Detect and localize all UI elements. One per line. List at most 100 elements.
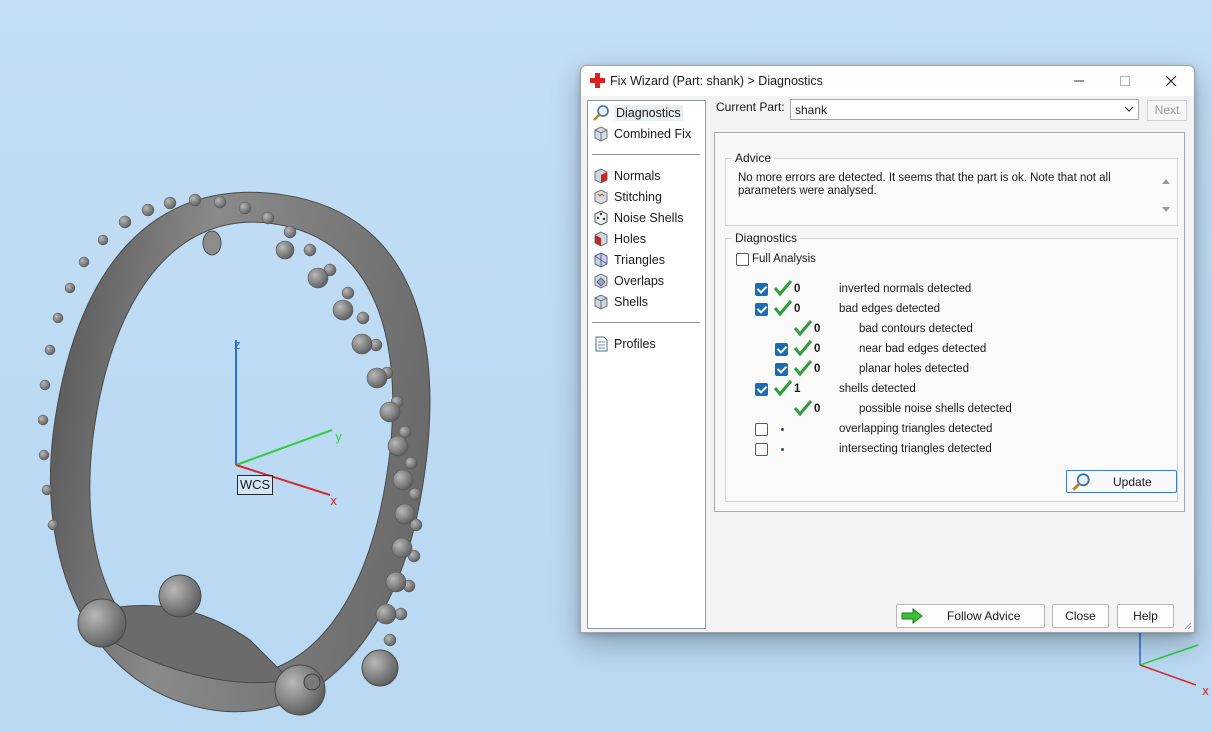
- row-label: intersecting triangles detected: [839, 443, 992, 455]
- scroll-down-icon[interactable]: [1161, 206, 1171, 214]
- fix-wizard-dialog: Fix Wizard (Part: shank) > Diagnostics D…: [580, 65, 1195, 633]
- row-count: 0: [814, 323, 821, 335]
- maximize-icon: [1120, 76, 1130, 86]
- title-bar[interactable]: Fix Wizard (Part: shank) > Diagnostics: [581, 66, 1194, 96]
- resize-grip-icon[interactable]: [1182, 620, 1192, 630]
- nav-label: Diagnostics: [614, 105, 683, 121]
- green-check-icon: [773, 280, 793, 297]
- nav-item-profiles[interactable]: Profiles: [592, 334, 656, 354]
- intersecting-triangles-checkbox[interactable]: [755, 443, 768, 456]
- row-label: bad edges detected: [839, 303, 941, 315]
- current-part-value: shank: [795, 103, 828, 117]
- z-axis-label: z: [234, 338, 241, 352]
- row-label: near bad edges detected: [859, 343, 987, 355]
- green-check-icon: [793, 400, 813, 417]
- document-icon: [595, 336, 608, 352]
- nav-item-shells[interactable]: Shells: [592, 292, 648, 312]
- green-check-icon: [773, 300, 793, 317]
- triangles-cube-icon: [594, 252, 608, 268]
- stitching-cube-icon: [594, 189, 608, 205]
- row-label: bad contours detected: [859, 323, 973, 335]
- shells-checkbox[interactable]: [755, 383, 768, 396]
- help-button[interactable]: Help: [1117, 604, 1174, 628]
- nav-divider: [592, 322, 700, 323]
- nav-item-diagnostics[interactable]: Diagnostics: [592, 103, 683, 123]
- holes-cube-icon: [594, 231, 608, 247]
- advice-group: Advice No more errors are detected. It s…: [725, 151, 1178, 226]
- current-part-label: Current Part:: [716, 100, 785, 114]
- planar-holes-checkbox[interactable]: [775, 363, 788, 376]
- not-analysed-dot: [781, 428, 784, 431]
- minimize-icon: [1074, 80, 1084, 82]
- row-count: 1: [794, 383, 801, 395]
- next-button[interactable]: Next: [1147, 100, 1187, 121]
- scroll-up-icon[interactable]: [1161, 177, 1171, 185]
- close-window-button[interactable]: [1148, 66, 1194, 96]
- nav-label: Shells: [614, 295, 649, 309]
- x-axis-label: x: [330, 494, 338, 508]
- green-check-icon: [793, 340, 813, 357]
- not-analysed-dot: [781, 448, 784, 451]
- nav-label: Profiles: [614, 337, 656, 351]
- dice-icon: [594, 210, 608, 226]
- nav-label: Holes: [614, 232, 646, 246]
- follow-advice-label: Follow Advice: [947, 609, 1021, 623]
- maximize-button[interactable]: [1102, 66, 1148, 96]
- row-count: 0: [814, 343, 821, 355]
- full-analysis-label: Full Analysis: [752, 253, 816, 265]
- cube-icon: [594, 126, 608, 142]
- overlapping-triangles-checkbox[interactable]: [755, 423, 768, 436]
- wcs-label: WCS: [237, 475, 273, 495]
- row-label: possible noise shells detected: [859, 403, 1012, 415]
- shells-cube-icon: [594, 294, 608, 310]
- update-label: Update: [1113, 475, 1152, 489]
- y-axis-label: y: [335, 430, 343, 444]
- normals-cube-icon: [594, 168, 608, 184]
- nav-label: Overlaps: [614, 274, 665, 288]
- row-count: 0: [794, 283, 801, 295]
- advice-text: No more errors are detected. It seems th…: [738, 172, 1111, 197]
- nav-item-overlaps[interactable]: Overlaps: [592, 271, 664, 291]
- chevron-down-icon: [1124, 106, 1134, 112]
- diagnostics-title: Diagnostics: [732, 231, 801, 245]
- nav-item-combined-fix[interactable]: Combined Fix: [592, 124, 691, 144]
- nav-item-holes[interactable]: Holes: [592, 229, 646, 249]
- row-count: 0: [814, 363, 821, 375]
- bad-edges-checkbox[interactable]: [755, 303, 768, 316]
- nav-label: Combined Fix: [614, 127, 692, 141]
- overlaps-cube-icon: [594, 273, 608, 289]
- green-check-icon: [773, 380, 793, 397]
- nav-item-normals[interactable]: Normals: [592, 166, 661, 186]
- y-axis-line: [235, 429, 333, 466]
- close-button[interactable]: Close: [1052, 604, 1109, 628]
- nav-divider: [592, 154, 700, 155]
- nav-label: Triangles: [614, 253, 665, 267]
- nav-item-stitching[interactable]: Stitching: [592, 187, 662, 207]
- green-check-icon: [793, 360, 813, 377]
- nav-label: Stitching: [614, 190, 662, 204]
- full-analysis-checkbox[interactable]: [736, 253, 749, 266]
- nav-label: Noise Shells: [614, 211, 684, 225]
- nav-item-triangles[interactable]: Triangles: [592, 250, 665, 270]
- red-cross-icon: [590, 73, 605, 88]
- follow-advice-button[interactable]: Follow Advice: [896, 604, 1045, 628]
- row-count: 0: [794, 303, 801, 315]
- diagnostics-group: Diagnostics Full Analysis 0 inverted nor…: [725, 231, 1178, 502]
- dialog-title: Fix Wizard (Part: shank) > Diagnostics: [610, 74, 823, 88]
- row-count: 0: [814, 403, 821, 415]
- update-button[interactable]: Update: [1066, 470, 1177, 493]
- nav-item-noise-shells[interactable]: Noise Shells: [592, 208, 683, 228]
- current-part-select[interactable]: shank: [790, 99, 1139, 120]
- inverted-normals-checkbox[interactable]: [755, 283, 768, 296]
- row-label: inverted normals detected: [839, 283, 972, 295]
- magnifier-icon: [593, 105, 609, 121]
- row-label: overlapping triangles detected: [839, 423, 993, 435]
- near-bad-edges-checkbox[interactable]: [775, 343, 788, 356]
- minimize-button[interactable]: [1056, 66, 1102, 96]
- wizard-nav: Diagnostics Combined Fix Normals Stitchi…: [587, 100, 706, 629]
- green-check-icon: [793, 320, 813, 337]
- row-label: planar holes detected: [859, 363, 969, 375]
- advice-title: Advice: [732, 151, 775, 165]
- corner-x-axis-label: x: [1202, 684, 1210, 698]
- row-label: shells detected: [839, 383, 916, 395]
